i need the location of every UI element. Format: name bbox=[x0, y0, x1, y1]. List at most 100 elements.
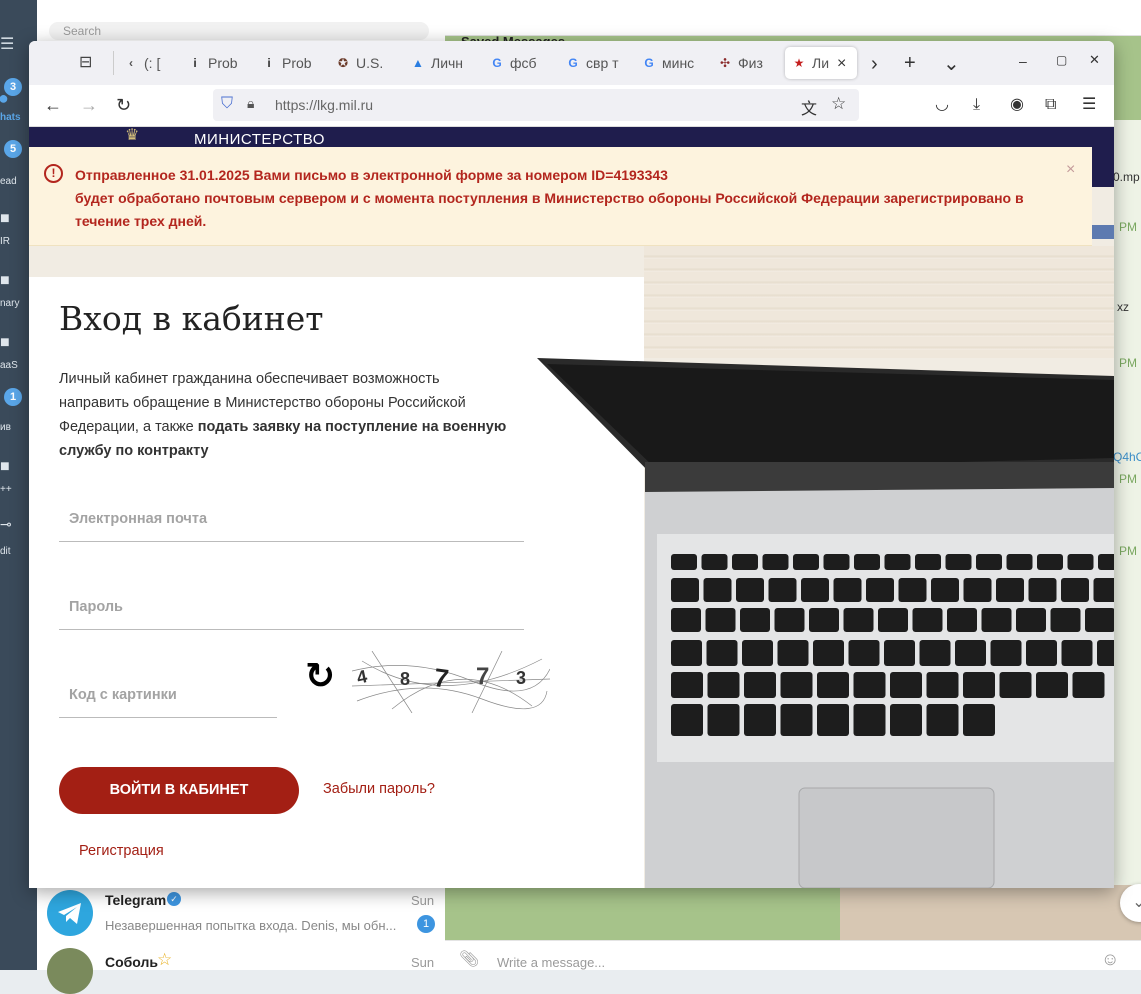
login-description: Личный кабинет гражданина обеспечивает в… bbox=[59, 367, 529, 463]
key bbox=[1028, 578, 1057, 602]
lock-icon[interactable]: 🔒︎ bbox=[247, 95, 254, 112]
captcha-image: 4 8 7 7 3 bbox=[352, 651, 550, 713]
tab-favicon-icon: ▲ bbox=[412, 56, 424, 70]
chat-item-telegram[interactable]: Telegram ✓ Sun Незавершенная попытка вхо… bbox=[37, 884, 445, 940]
sliders-icon: ⊸ bbox=[0, 516, 12, 532]
key bbox=[976, 554, 1002, 570]
tab-2[interactable]: i Prob bbox=[261, 50, 323, 76]
key bbox=[780, 704, 813, 736]
tab-5[interactable]: Gфсб bbox=[489, 50, 551, 76]
key bbox=[1061, 578, 1089, 602]
chat-header: Saved Messages bbox=[445, 0, 1141, 49]
menu-icon[interactable]: ☰ bbox=[0, 34, 14, 54]
tab-separator bbox=[113, 51, 114, 75]
key bbox=[1061, 640, 1093, 666]
key bbox=[945, 554, 972, 570]
folder-label: aaS bbox=[0, 360, 18, 371]
register-link[interactable]: Регистрация bbox=[79, 843, 164, 859]
key bbox=[963, 672, 995, 698]
translate-icon[interactable]: 文 bbox=[801, 95, 817, 119]
key bbox=[774, 608, 805, 632]
login-button[interactable]: ВОЙТИ В КАБИНЕТ bbox=[59, 767, 299, 814]
back-icon[interactable]: ← bbox=[44, 95, 62, 115]
message-strip: 0.mp PM xz PM Q4hC PM PM bbox=[1113, 120, 1141, 940]
url-text[interactable]: https://lkg.mil.ru bbox=[275, 97, 373, 113]
tab-3[interactable]: ✪ U.S. bbox=[335, 50, 397, 76]
close-tab-icon[interactable]: × bbox=[837, 55, 846, 73]
minimize-icon[interactable]: – bbox=[1019, 53, 1027, 69]
account-icon[interactable]: ◉ bbox=[1010, 95, 1024, 115]
key bbox=[898, 578, 927, 602]
folder-label: hats bbox=[0, 112, 21, 123]
pocket-icon[interactable]: ◡ bbox=[935, 95, 949, 115]
tab-4[interactable]: ▲ Личн bbox=[410, 50, 472, 76]
message-time: PM bbox=[1119, 544, 1137, 558]
message-time: PM bbox=[1119, 356, 1137, 370]
key bbox=[884, 554, 911, 570]
email-field[interactable]: Электронная почта bbox=[59, 501, 524, 542]
forgot-password-link[interactable]: Забыли пароль? bbox=[323, 781, 435, 797]
alert-icon: ! bbox=[44, 164, 63, 183]
app-menu-icon[interactable]: ☰ bbox=[1082, 95, 1096, 115]
folder-icon: ■ bbox=[0, 272, 10, 289]
tab-overview-icon[interactable]: ⊟ bbox=[79, 52, 92, 72]
description-highlight: подать заявку на поступление на военную bbox=[197, 419, 507, 435]
laptop-illustration bbox=[537, 358, 1114, 888]
message-link: Q4hC bbox=[1113, 450, 1141, 464]
emoji-icon[interactable]: ☺ bbox=[1101, 949, 1119, 970]
key bbox=[707, 672, 740, 698]
message-input[interactable]: Write a message... bbox=[497, 955, 605, 970]
refresh-captcha-icon[interactable]: ↻ bbox=[305, 655, 335, 697]
search-input[interactable]: Search bbox=[49, 22, 429, 40]
key bbox=[777, 640, 809, 666]
new-tab-icon[interactable]: + bbox=[904, 52, 916, 75]
tab-7[interactable]: Gминс bbox=[641, 50, 703, 76]
chat-item-sobol[interactable]: Соболь ☆ Sun bbox=[37, 940, 445, 994]
banner-line: будет обработано почтовым сервером и с м… bbox=[75, 190, 1024, 206]
tab-label: Ли bbox=[812, 55, 830, 71]
key bbox=[853, 704, 886, 736]
description-line: направить обращение в Министерство оборо… bbox=[59, 395, 466, 411]
attach-icon[interactable]: 📎︎ bbox=[459, 949, 479, 969]
password-field[interactable]: Пароль bbox=[59, 589, 524, 630]
message-fragment: 0.mp bbox=[1113, 170, 1140, 184]
key bbox=[947, 608, 977, 632]
telegram-avatar bbox=[47, 890, 93, 936]
chat-time: Sun bbox=[411, 955, 435, 970]
key bbox=[999, 672, 1032, 698]
tab-0[interactable]: ‹ (: [ bbox=[123, 50, 185, 76]
captcha-placeholder: Код с картинки bbox=[69, 687, 177, 703]
tab-9[interactable]: ★ Ли bbox=[791, 50, 831, 76]
tab-label: Prob bbox=[282, 55, 312, 71]
folder-label: IR bbox=[0, 236, 10, 247]
key bbox=[780, 672, 813, 698]
tab-label: Физ bbox=[738, 55, 763, 71]
key bbox=[793, 554, 819, 570]
key bbox=[843, 608, 874, 632]
tab-6[interactable]: Gсвр т bbox=[565, 50, 627, 76]
key bbox=[703, 578, 732, 602]
tab-favicon-icon: ‹ bbox=[129, 56, 133, 70]
bookmark-star-icon[interactable]: ☆ bbox=[831, 94, 846, 114]
maximize-icon[interactable]: ▢ bbox=[1056, 53, 1067, 67]
list-all-tabs-icon[interactable]: ⌄ bbox=[943, 51, 960, 76]
folder-badge: 1 bbox=[4, 388, 22, 406]
reload-icon[interactable]: ↻ bbox=[116, 95, 131, 115]
download-icon[interactable]: ⤓ bbox=[973, 95, 980, 115]
captcha-field[interactable]: Код с картинки bbox=[59, 677, 277, 718]
tab-label: фсб bbox=[510, 55, 537, 71]
photo-message[interactable] bbox=[840, 885, 1141, 940]
url-bar[interactable]: ⛉ 🔒︎ https://lkg.mil.ru 文 ☆ bbox=[213, 89, 859, 121]
forward-icon[interactable]: → bbox=[80, 95, 98, 115]
folder-label: ++ bbox=[0, 484, 12, 495]
close-window-icon[interactable]: ✕ bbox=[1089, 52, 1100, 68]
tabs-scroll-right-icon[interactable]: › bbox=[871, 53, 878, 76]
extensions-icon[interactable]: ⧉ bbox=[1045, 95, 1056, 115]
key bbox=[1006, 554, 1033, 570]
tab-1[interactable]: i Prob bbox=[187, 50, 249, 76]
shield-icon[interactable]: ⛉ bbox=[221, 95, 233, 113]
tab-8[interactable]: ✣ Физ bbox=[717, 50, 779, 76]
close-banner-icon[interactable]: × bbox=[1066, 161, 1075, 179]
key bbox=[1093, 578, 1114, 602]
tab-label: свр т bbox=[586, 55, 619, 71]
